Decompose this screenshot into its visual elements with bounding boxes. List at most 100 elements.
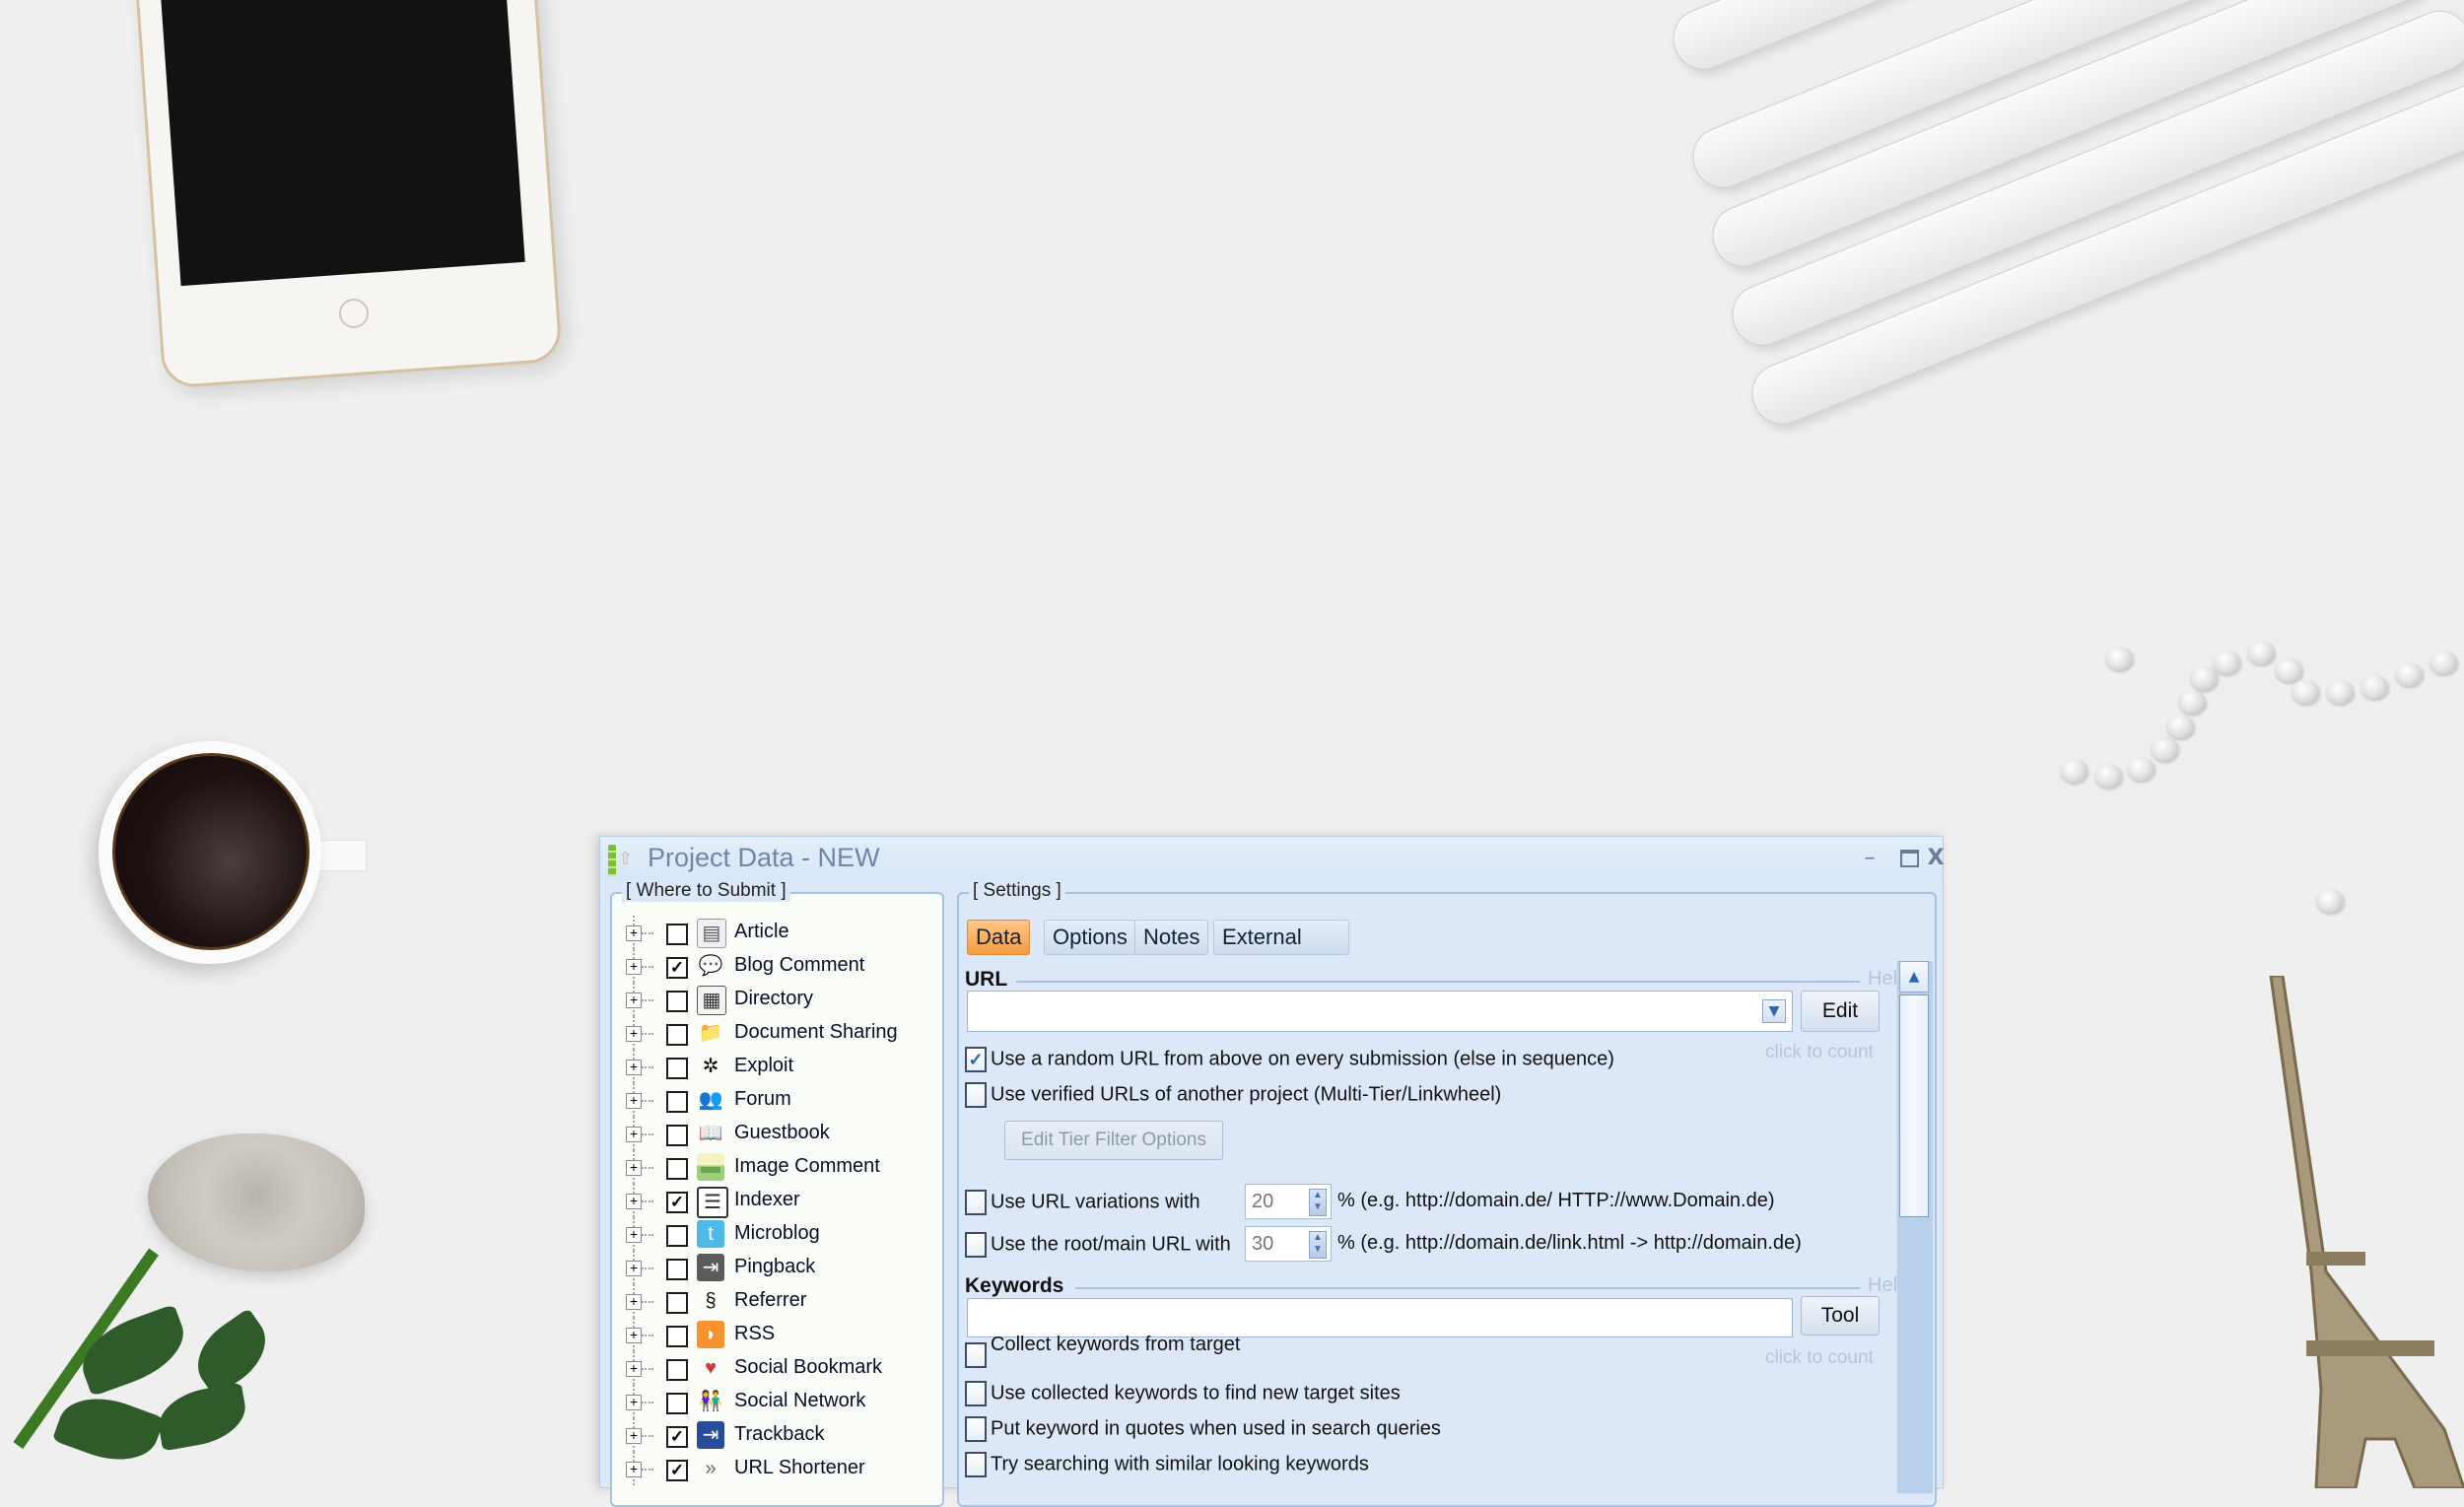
scroll-up-arrow-icon[interactable]: ▲ [1899, 961, 1929, 993]
tree-item-rss[interactable]: + ◗ RSS [612, 1318, 942, 1351]
pearl [2190, 666, 2218, 690]
tree-item-checkbox[interactable] [666, 1359, 688, 1381]
tree-item-checkbox[interactable] [666, 1225, 688, 1247]
tree-item-checkbox[interactable] [666, 1326, 688, 1347]
close-button[interactable]: X [1921, 845, 1951, 872]
tree-item-exploit[interactable]: + ✲ Exploit [612, 1050, 942, 1083]
tree-item-checkbox[interactable] [666, 1024, 688, 1046]
keywords-input[interactable] [967, 1298, 1793, 1337]
expand-plus-icon[interactable]: + [626, 1462, 642, 1477]
collect-keywords-checkbox[interactable] [965, 1342, 987, 1368]
tree-item-image-comment[interactable]: + ▬ Image Comment [612, 1150, 942, 1184]
url-variations-percent-spinner[interactable]: 20 ▲ ▼ [1245, 1184, 1332, 1219]
tree-item-checkbox[interactable] [666, 1292, 688, 1314]
tree-item-blog-comment[interactable]: + ✓ 💬 Blog Comment [612, 949, 942, 983]
tree-item-checkbox[interactable]: ✓ [666, 957, 688, 979]
tree-item-checkbox[interactable] [666, 1393, 688, 1414]
expand-plus-icon[interactable]: + [626, 1361, 642, 1377]
expand-plus-icon[interactable]: + [626, 1127, 642, 1142]
url-click-to-count[interactable]: click to count [1765, 1042, 1874, 1063]
expand-plus-icon[interactable]: + [626, 1294, 642, 1310]
tab-notes[interactable]: Notes [1134, 920, 1209, 955]
pearl [2247, 641, 2275, 664]
tree-item-checkbox[interactable]: ✓ [666, 1192, 688, 1213]
keyword-quotes-option[interactable]: Put keyword in quotes when used in searc… [965, 1416, 1441, 1442]
tree-item-guestbook[interactable]: + 📖 Guestbook [612, 1117, 942, 1150]
expand-plus-icon[interactable]: + [626, 1060, 642, 1075]
url-edit-button[interactable]: Edit [1801, 991, 1880, 1032]
scroll-thumb[interactable] [1899, 994, 1929, 1217]
spinner-arrows-icon[interactable]: ▲ ▼ [1309, 1231, 1327, 1259]
random-url-option[interactable]: ✓ Use a random URL from above on every su… [965, 1047, 1614, 1072]
tree-item-directory[interactable]: + ▦ Directory [612, 983, 942, 1016]
tree-item-referrer[interactable]: + § Referrer [612, 1284, 942, 1318]
settings-scrollbar[interactable]: ▲ [1896, 961, 1933, 1493]
keywords-tool-button[interactable]: Tool [1801, 1296, 1880, 1336]
url-dropdown-chevron-icon[interactable]: ▼ [1762, 999, 1786, 1023]
root-url-percent-spinner[interactable]: 30 ▲ ▼ [1245, 1226, 1332, 1262]
expand-plus-icon[interactable]: + [626, 1194, 642, 1209]
tree-item-social-network[interactable]: + 👫 Social Network [612, 1385, 942, 1418]
root-url-option[interactable]: Use the root/main URL with [965, 1232, 1231, 1258]
pearl [2361, 675, 2388, 699]
random-url-checkbox[interactable]: ✓ [965, 1047, 987, 1072]
tree-item-indexer[interactable]: + ✓ ☰ Indexer [612, 1184, 942, 1218]
tree-item-document-sharing[interactable]: + 📁 Document Sharing [612, 1016, 942, 1050]
similar-keywords-option[interactable]: Try searching with similar looking keywo… [965, 1452, 1369, 1477]
maximize-button[interactable] [1894, 845, 1924, 872]
expand-plus-icon[interactable]: + [626, 1395, 642, 1410]
tree-item-checkbox[interactable] [666, 1091, 688, 1113]
tree-item-checkbox[interactable] [666, 1125, 688, 1146]
verified-urls-checkbox[interactable] [965, 1082, 987, 1108]
url-input[interactable]: ▼ [967, 991, 1793, 1032]
title-bar[interactable]: ⇧ Project Data - NEW – X [600, 837, 1944, 880]
use-collected-keywords-option[interactable]: Use collected keywords to find new targe… [965, 1381, 1401, 1406]
directory-icon: ▦ [697, 986, 726, 1015]
tree-item-forum[interactable]: + 👥 Forum [612, 1083, 942, 1117]
tree-connector [642, 1435, 653, 1437]
tree-item-social-bookmark[interactable]: + ♥ Social Bookmark [612, 1351, 942, 1385]
tree-item-checkbox[interactable] [666, 924, 688, 945]
tree-item-checkbox[interactable] [666, 991, 688, 1012]
root-url-checkbox[interactable] [965, 1232, 987, 1258]
expand-plus-icon[interactable]: + [626, 1261, 642, 1276]
edit-tier-filter-button[interactable]: Edit Tier Filter Options [1004, 1121, 1223, 1160]
expand-plus-icon[interactable]: + [626, 1227, 642, 1243]
bug-icon: ✲ [702, 1056, 719, 1077]
tree-item-pingback[interactable]: + ⇥ Pingback [612, 1251, 942, 1284]
url-variations-option[interactable]: Use URL variations with [965, 1190, 1200, 1215]
tree-item-microblog[interactable]: + t Microblog [612, 1217, 942, 1251]
expand-plus-icon[interactable]: + [626, 959, 642, 975]
similar-keywords-checkbox[interactable] [965, 1452, 987, 1477]
tree-item-checkbox[interactable] [666, 1158, 688, 1180]
keywords-click-to-count[interactable]: click to count [1765, 1347, 1874, 1369]
expand-plus-icon[interactable]: + [626, 993, 642, 1008]
url-variations-checkbox[interactable] [965, 1190, 987, 1215]
collect-keywords-option[interactable]: Collect keywords from target [965, 1334, 1240, 1368]
expand-plus-icon[interactable]: + [626, 1428, 642, 1444]
tab-options[interactable]: Options [1044, 920, 1136, 955]
expand-plus-icon[interactable]: + [626, 1328, 642, 1343]
tree-connector [642, 1100, 653, 1102]
expand-plus-icon[interactable]: + [626, 925, 642, 941]
tab-data[interactable]: Data [967, 920, 1031, 955]
use-collected-keywords-checkbox[interactable] [965, 1381, 987, 1406]
tree-item-article[interactable]: + ▤ Article [612, 916, 942, 949]
expand-plus-icon[interactable]: + [626, 1026, 642, 1042]
tree-item-checkbox[interactable] [666, 1259, 688, 1280]
tree-item-label: URL Shortener [734, 1457, 865, 1478]
minimize-button[interactable]: – [1855, 845, 1884, 872]
rose-leaf [72, 1303, 194, 1398]
pearl [2326, 680, 2354, 704]
verified-urls-option[interactable]: Use verified URLs of another project (Mu… [965, 1082, 1501, 1108]
tree-item-url-shortener[interactable]: + ✓» URL Shortener [612, 1452, 942, 1485]
tree-item-checkbox[interactable]: ✓ [666, 1426, 688, 1448]
spinner-arrows-icon[interactable]: ▲ ▼ [1309, 1189, 1327, 1216]
tab-external[interactable]: External [1213, 920, 1349, 955]
tree-item-checkbox[interactable] [666, 1058, 688, 1079]
keyword-quotes-checkbox[interactable] [965, 1416, 987, 1442]
pearl [2275, 658, 2302, 682]
tree-item-trackback[interactable]: + ✓ ⇥ Trackback [612, 1418, 942, 1452]
expand-plus-icon[interactable]: + [626, 1160, 642, 1176]
expand-plus-icon[interactable]: + [626, 1093, 642, 1109]
